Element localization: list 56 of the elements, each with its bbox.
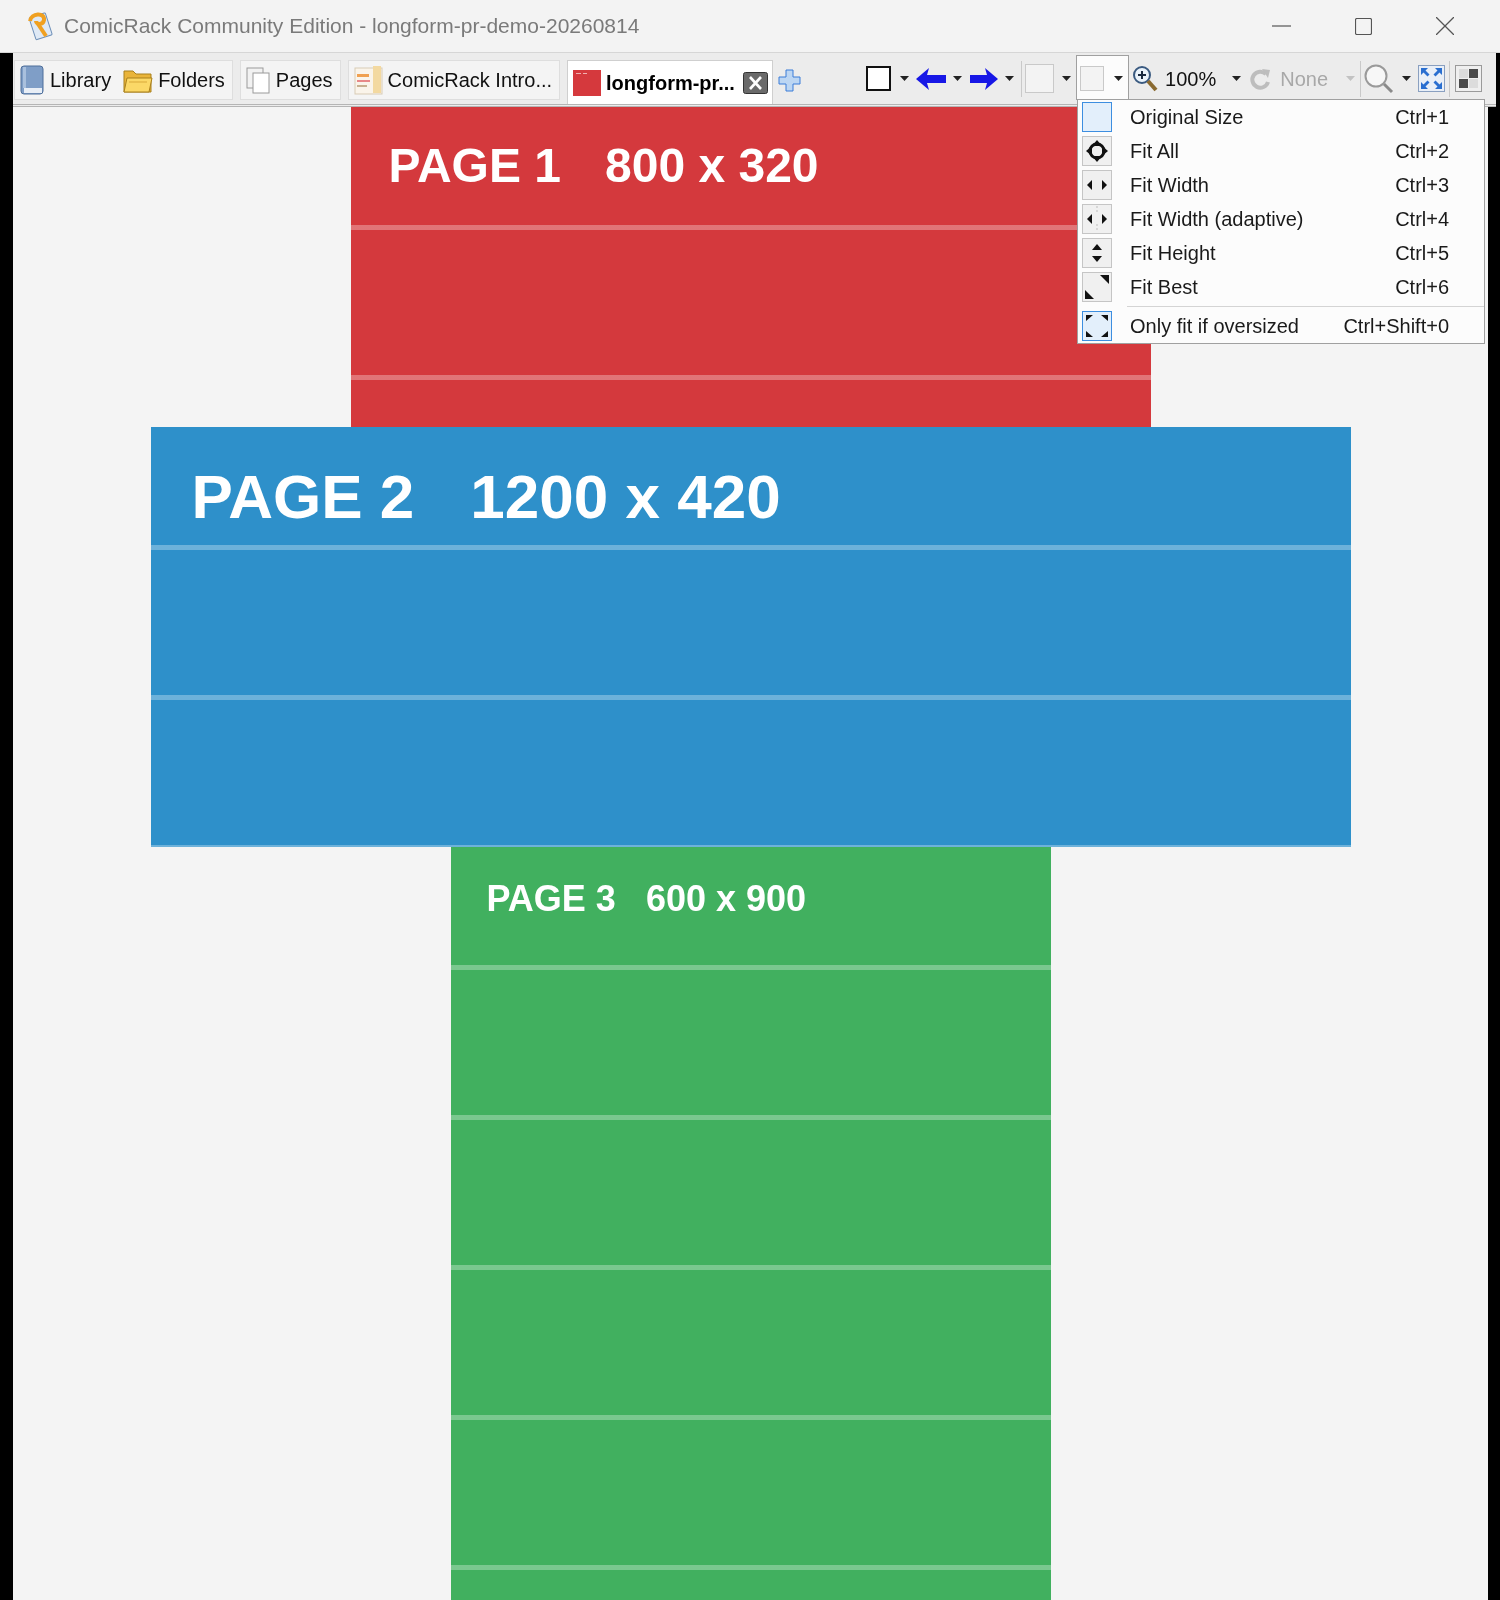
caret-icon <box>1402 76 1411 81</box>
pages-icon <box>245 66 271 94</box>
page-size: 600 x 900 <box>645 881 807 917</box>
caret-icon <box>1232 76 1242 81</box>
menu-item[interactable]: Only fit if oversized Ctrl+Shift+0 <box>1078 309 1485 343</box>
dropdown-button[interactable] <box>970 67 1015 90</box>
zoom-dropdown[interactable]: 100% <box>1132 63 1242 94</box>
page-size: 800 x 320 <box>605 142 819 190</box>
close-icon[interactable] <box>742 71 768 94</box>
tab[interactable]: Pages <box>239 60 341 100</box>
page-title: PAGE 3 <box>486 881 616 917</box>
page-size: 1200 x 420 <box>470 466 781 528</box>
menu-item[interactable]: Fit Width Ctrl+3 <box>1078 168 1485 202</box>
close-icon[interactable] <box>1436 17 1454 35</box>
shortcut-text: Ctrl+3 <box>1395 173 1450 198</box>
shortcut-text: Ctrl+1 <box>1395 105 1450 130</box>
shortcut-text: Ctrl+6 <box>1395 275 1450 300</box>
caret-icon <box>953 76 963 81</box>
menu-item[interactable]: Fit Height Ctrl+5 <box>1078 236 1485 270</box>
window-title: ComicRack Community Edition - longform-pr-demo-20260814 <box>64 13 640 40</box>
shortcut-text: Ctrl+2 <box>1395 139 1450 164</box>
book-icon <box>20 65 45 95</box>
minimize-icon[interactable] <box>1271 25 1291 27</box>
menu-item[interactable]: Original Size Ctrl+1 <box>1078 100 1485 134</box>
tab[interactable]: longform-pr... <box>567 60 773 104</box>
thumbnail-icon <box>573 69 602 96</box>
maximize-icon[interactable] <box>1354 17 1372 35</box>
caret-icon <box>1062 76 1072 81</box>
menu-item[interactable]: Fit Width (adaptive) Ctrl+4 <box>1078 202 1485 236</box>
caret-icon <box>900 76 910 81</box>
search-icon <box>1364 63 1394 94</box>
tab[interactable]: Library <box>14 60 119 100</box>
arrow-left-icon <box>916 67 947 90</box>
rotate-icon <box>1249 66 1272 91</box>
dropdown-button[interactable] <box>916 67 963 90</box>
dropdown-button[interactable] <box>866 66 910 91</box>
menu-item[interactable]: Fit Best Ctrl+6 <box>1078 270 1485 304</box>
caret-icon <box>1114 75 1124 81</box>
zoom-in-icon <box>1132 65 1159 92</box>
square-icon <box>1080 65 1105 91</box>
page-title: PAGE 1 <box>388 142 561 190</box>
tab[interactable]: ComicRack Intro... <box>347 60 561 100</box>
thumbnail-icon <box>353 65 383 95</box>
fullscreen-icon[interactable] <box>1418 65 1445 92</box>
caret-icon <box>1346 76 1355 81</box>
page-title: PAGE 2 <box>191 466 415 528</box>
arrow-right-icon <box>970 67 999 90</box>
shortcut-text: Ctrl+4 <box>1395 207 1450 232</box>
square-icon <box>1025 64 1055 93</box>
tab[interactable]: Folders <box>118 60 233 100</box>
caret-icon <box>1005 76 1015 81</box>
menu-item[interactable]: Fit All Ctrl+2 <box>1078 134 1485 168</box>
grid-icon[interactable] <box>1455 65 1482 92</box>
shortcut-text: Ctrl+Shift+0 <box>1343 314 1450 339</box>
shortcut-text: Ctrl+5 <box>1395 241 1450 266</box>
page-icon <box>866 66 892 91</box>
